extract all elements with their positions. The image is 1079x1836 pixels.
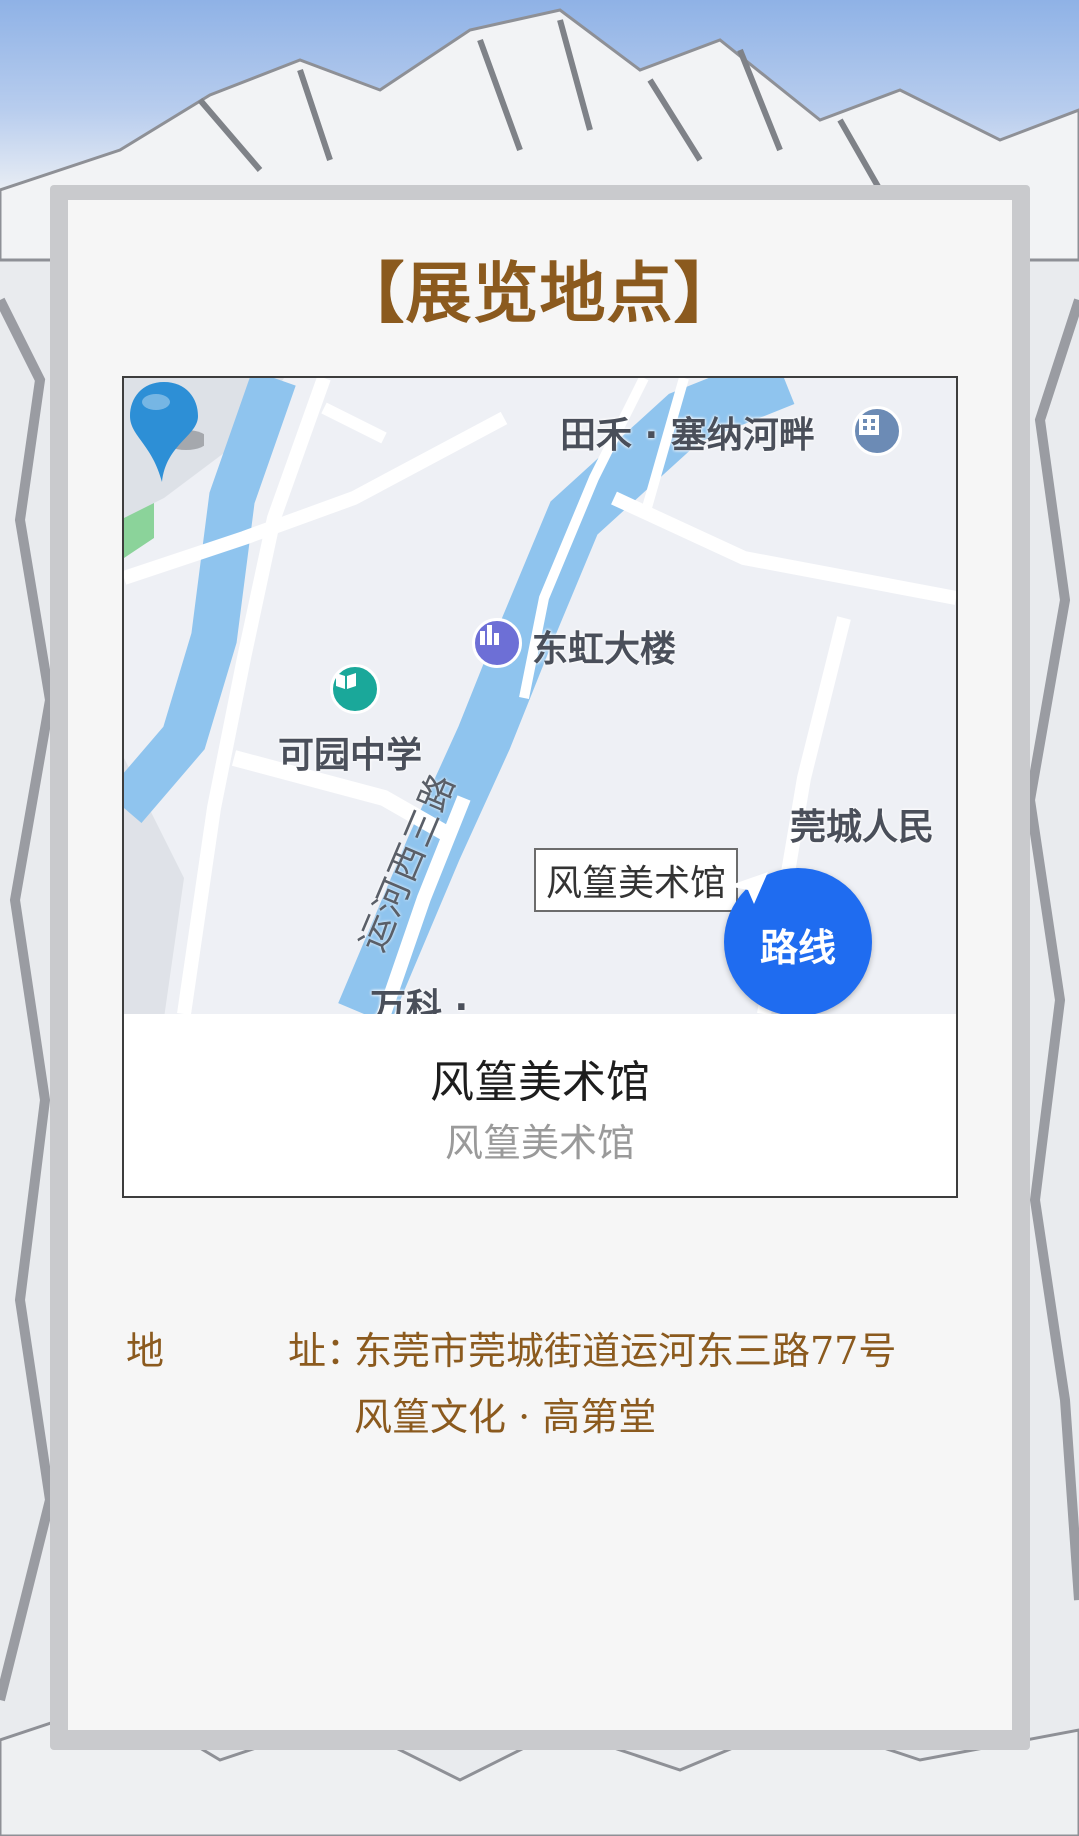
school-icon: [330, 664, 380, 714]
map-view[interactable]: 田禾 · 塞纳河畔 东虹大楼 可园中学 莞城人民 万科 · 运河西三路 风篁美术…: [124, 378, 956, 1014]
route-button-label: 路线: [759, 925, 836, 970]
poi-label-tianhe[interactable]: 田禾 · 塞纳河畔: [560, 406, 815, 458]
poi-label-wanke[interactable]: 万科 ·: [370, 978, 468, 1014]
navigate-arrow-icon: [728, 872, 768, 904]
place-subtitle: 风篁美术馆: [444, 1121, 635, 1165]
address-colon: ：: [326, 1329, 365, 1373]
location-pin-icon: [130, 382, 204, 482]
building-icon: [852, 406, 902, 456]
poi-label-donghong[interactable]: 东虹大楼: [532, 620, 676, 672]
address-label-char: 地: [126, 1329, 165, 1373]
address-block: 地 址 ： 东莞市莞城街道运河东三路77号 风篁文化 · 高第堂: [126, 1318, 986, 1450]
poi-label-guancheng[interactable]: 莞城人民: [790, 798, 934, 850]
address-label-char: 址: [287, 1329, 326, 1373]
place-name: 风篁美术馆: [430, 1057, 650, 1108]
page-title: 【展览地点】: [338, 255, 741, 332]
address-line-2: 风篁文化 · 高第堂: [354, 1395, 657, 1439]
address-row-2: 风篁文化 · 高第堂: [126, 1384, 986, 1450]
route-button[interactable]: 路线: [724, 868, 872, 1014]
poi-label-keyuan[interactable]: 可园中学: [278, 726, 422, 778]
address-line-1: 东莞市莞城街道运河东三路77号: [354, 1329, 897, 1373]
building-icon: [472, 618, 522, 668]
address-row-1: 地 址 ： 东莞市莞城街道运河东三路77号: [126, 1318, 986, 1384]
address-label: 地 址: [126, 1318, 326, 1384]
map-callout[interactable]: 风篁美术馆: [534, 848, 739, 912]
map-widget[interactable]: 田禾 · 塞纳河畔 东虹大楼 可园中学 莞城人民 万科 · 运河西三路 风篁美术…: [122, 376, 958, 1198]
